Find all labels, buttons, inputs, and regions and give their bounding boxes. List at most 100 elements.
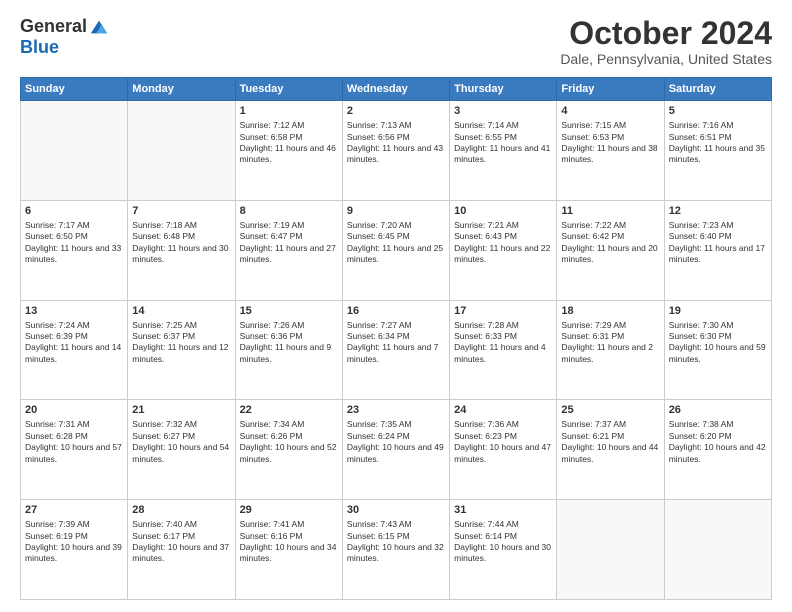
week-row-5: 27Sunrise: 7:39 AMSunset: 6:19 PMDayligh…	[21, 500, 772, 600]
table-cell: 14Sunrise: 7:25 AMSunset: 6:37 PMDayligh…	[128, 300, 235, 400]
day-info: Sunrise: 7:43 AMSunset: 6:15 PMDaylight:…	[347, 519, 445, 565]
day-number: 6	[25, 204, 123, 219]
day-number: 1	[240, 104, 338, 119]
day-info: Sunrise: 7:44 AMSunset: 6:14 PMDaylight:…	[454, 519, 552, 565]
table-cell: 3Sunrise: 7:14 AMSunset: 6:55 PMDaylight…	[450, 101, 557, 201]
table-cell	[21, 101, 128, 201]
day-number: 25	[561, 403, 659, 418]
logo-blue-text: Blue	[20, 37, 59, 58]
table-cell: 26Sunrise: 7:38 AMSunset: 6:20 PMDayligh…	[664, 400, 771, 500]
day-number: 9	[347, 204, 445, 219]
logo-icon	[89, 17, 109, 37]
week-row-2: 6Sunrise: 7:17 AMSunset: 6:50 PMDaylight…	[21, 200, 772, 300]
week-row-1: 1Sunrise: 7:12 AMSunset: 6:58 PMDaylight…	[21, 101, 772, 201]
table-cell: 16Sunrise: 7:27 AMSunset: 6:34 PMDayligh…	[342, 300, 449, 400]
day-info: Sunrise: 7:25 AMSunset: 6:37 PMDaylight:…	[132, 320, 230, 366]
table-cell: 27Sunrise: 7:39 AMSunset: 6:19 PMDayligh…	[21, 500, 128, 600]
table-cell: 4Sunrise: 7:15 AMSunset: 6:53 PMDaylight…	[557, 101, 664, 201]
day-info: Sunrise: 7:30 AMSunset: 6:30 PMDaylight:…	[669, 320, 767, 366]
day-number: 5	[669, 104, 767, 119]
day-info: Sunrise: 7:35 AMSunset: 6:24 PMDaylight:…	[347, 419, 445, 465]
title-section: October 2024 Dale, Pennsylvania, United …	[560, 16, 772, 67]
day-info: Sunrise: 7:15 AMSunset: 6:53 PMDaylight:…	[561, 120, 659, 166]
table-cell: 7Sunrise: 7:18 AMSunset: 6:48 PMDaylight…	[128, 200, 235, 300]
logo-general-text: General	[20, 16, 87, 37]
page: General Blue October 2024 Dale, Pennsylv…	[0, 0, 792, 612]
day-number: 19	[669, 304, 767, 319]
day-info: Sunrise: 7:16 AMSunset: 6:51 PMDaylight:…	[669, 120, 767, 166]
day-info: Sunrise: 7:38 AMSunset: 6:20 PMDaylight:…	[669, 419, 767, 465]
table-cell: 9Sunrise: 7:20 AMSunset: 6:45 PMDaylight…	[342, 200, 449, 300]
table-cell: 28Sunrise: 7:40 AMSunset: 6:17 PMDayligh…	[128, 500, 235, 600]
table-cell: 2Sunrise: 7:13 AMSunset: 6:56 PMDaylight…	[342, 101, 449, 201]
table-cell: 18Sunrise: 7:29 AMSunset: 6:31 PMDayligh…	[557, 300, 664, 400]
table-cell: 13Sunrise: 7:24 AMSunset: 6:39 PMDayligh…	[21, 300, 128, 400]
day-info: Sunrise: 7:36 AMSunset: 6:23 PMDaylight:…	[454, 419, 552, 465]
table-cell	[664, 500, 771, 600]
calendar-header-row: Sunday Monday Tuesday Wednesday Thursday…	[21, 78, 772, 101]
table-cell: 31Sunrise: 7:44 AMSunset: 6:14 PMDayligh…	[450, 500, 557, 600]
day-number: 13	[25, 304, 123, 319]
table-cell: 12Sunrise: 7:23 AMSunset: 6:40 PMDayligh…	[664, 200, 771, 300]
day-number: 23	[347, 403, 445, 418]
day-number: 12	[669, 204, 767, 219]
col-saturday: Saturday	[664, 78, 771, 101]
table-cell: 1Sunrise: 7:12 AMSunset: 6:58 PMDaylight…	[235, 101, 342, 201]
table-cell: 11Sunrise: 7:22 AMSunset: 6:42 PMDayligh…	[557, 200, 664, 300]
day-number: 17	[454, 304, 552, 319]
day-info: Sunrise: 7:17 AMSunset: 6:50 PMDaylight:…	[25, 220, 123, 266]
day-number: 11	[561, 204, 659, 219]
month-title: October 2024	[560, 16, 772, 51]
day-info: Sunrise: 7:34 AMSunset: 6:26 PMDaylight:…	[240, 419, 338, 465]
day-number: 31	[454, 503, 552, 518]
col-friday: Friday	[557, 78, 664, 101]
day-number: 4	[561, 104, 659, 119]
day-info: Sunrise: 7:22 AMSunset: 6:42 PMDaylight:…	[561, 220, 659, 266]
table-cell: 15Sunrise: 7:26 AMSunset: 6:36 PMDayligh…	[235, 300, 342, 400]
col-sunday: Sunday	[21, 78, 128, 101]
day-number: 21	[132, 403, 230, 418]
calendar-table: Sunday Monday Tuesday Wednesday Thursday…	[20, 77, 772, 600]
day-number: 18	[561, 304, 659, 319]
day-info: Sunrise: 7:26 AMSunset: 6:36 PMDaylight:…	[240, 320, 338, 366]
col-thursday: Thursday	[450, 78, 557, 101]
day-info: Sunrise: 7:18 AMSunset: 6:48 PMDaylight:…	[132, 220, 230, 266]
day-info: Sunrise: 7:24 AMSunset: 6:39 PMDaylight:…	[25, 320, 123, 366]
day-info: Sunrise: 7:32 AMSunset: 6:27 PMDaylight:…	[132, 419, 230, 465]
table-cell: 30Sunrise: 7:43 AMSunset: 6:15 PMDayligh…	[342, 500, 449, 600]
day-number: 29	[240, 503, 338, 518]
table-cell: 10Sunrise: 7:21 AMSunset: 6:43 PMDayligh…	[450, 200, 557, 300]
table-cell: 19Sunrise: 7:30 AMSunset: 6:30 PMDayligh…	[664, 300, 771, 400]
table-cell: 17Sunrise: 7:28 AMSunset: 6:33 PMDayligh…	[450, 300, 557, 400]
day-number: 27	[25, 503, 123, 518]
day-info: Sunrise: 7:21 AMSunset: 6:43 PMDaylight:…	[454, 220, 552, 266]
day-number: 3	[454, 104, 552, 119]
day-info: Sunrise: 7:19 AMSunset: 6:47 PMDaylight:…	[240, 220, 338, 266]
header: General Blue October 2024 Dale, Pennsylv…	[20, 16, 772, 67]
table-cell: 20Sunrise: 7:31 AMSunset: 6:28 PMDayligh…	[21, 400, 128, 500]
table-cell: 24Sunrise: 7:36 AMSunset: 6:23 PMDayligh…	[450, 400, 557, 500]
logo: General Blue	[20, 16, 109, 58]
day-number: 24	[454, 403, 552, 418]
day-info: Sunrise: 7:27 AMSunset: 6:34 PMDaylight:…	[347, 320, 445, 366]
day-info: Sunrise: 7:29 AMSunset: 6:31 PMDaylight:…	[561, 320, 659, 366]
location: Dale, Pennsylvania, United States	[560, 51, 772, 67]
table-cell	[128, 101, 235, 201]
day-info: Sunrise: 7:28 AMSunset: 6:33 PMDaylight:…	[454, 320, 552, 366]
day-info: Sunrise: 7:14 AMSunset: 6:55 PMDaylight:…	[454, 120, 552, 166]
week-row-4: 20Sunrise: 7:31 AMSunset: 6:28 PMDayligh…	[21, 400, 772, 500]
col-monday: Monday	[128, 78, 235, 101]
day-info: Sunrise: 7:39 AMSunset: 6:19 PMDaylight:…	[25, 519, 123, 565]
table-cell: 8Sunrise: 7:19 AMSunset: 6:47 PMDaylight…	[235, 200, 342, 300]
day-info: Sunrise: 7:12 AMSunset: 6:58 PMDaylight:…	[240, 120, 338, 166]
col-tuesday: Tuesday	[235, 78, 342, 101]
day-number: 22	[240, 403, 338, 418]
day-number: 8	[240, 204, 338, 219]
day-number: 7	[132, 204, 230, 219]
day-info: Sunrise: 7:20 AMSunset: 6:45 PMDaylight:…	[347, 220, 445, 266]
day-number: 10	[454, 204, 552, 219]
table-cell: 29Sunrise: 7:41 AMSunset: 6:16 PMDayligh…	[235, 500, 342, 600]
day-info: Sunrise: 7:37 AMSunset: 6:21 PMDaylight:…	[561, 419, 659, 465]
table-cell: 21Sunrise: 7:32 AMSunset: 6:27 PMDayligh…	[128, 400, 235, 500]
day-number: 30	[347, 503, 445, 518]
